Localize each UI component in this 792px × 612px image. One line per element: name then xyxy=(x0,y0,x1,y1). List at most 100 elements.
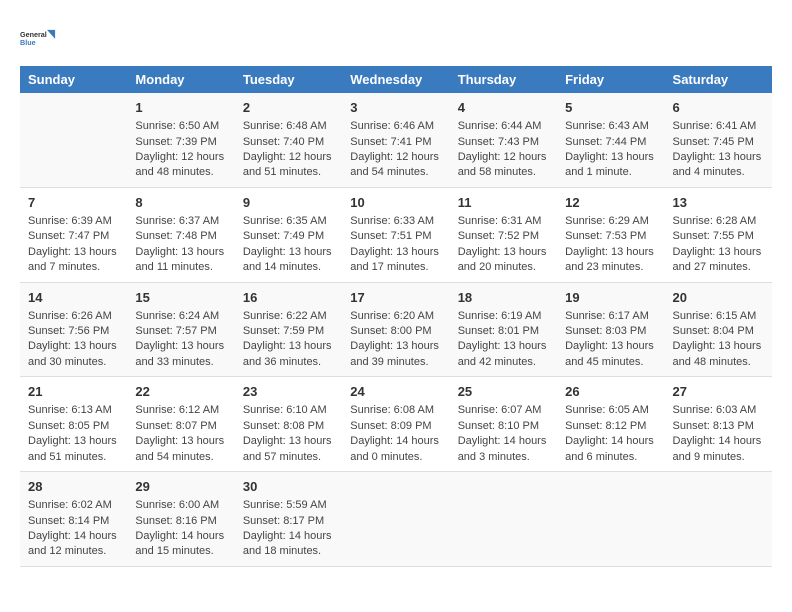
date-number: 14 xyxy=(28,289,119,307)
date-number: 22 xyxy=(135,383,226,401)
date-number: 13 xyxy=(673,194,764,212)
date-number: 20 xyxy=(673,289,764,307)
week-row-4: 21 Sunrise: 6:13 AMSunset: 8:05 PMDayligh… xyxy=(20,377,772,472)
date-number: 30 xyxy=(243,478,334,496)
day-info: Sunrise: 6:35 AMSunset: 7:49 PMDaylight:… xyxy=(243,215,332,273)
day-cell: 27 Sunrise: 6:03 AMSunset: 8:13 PMDayligh… xyxy=(665,377,772,472)
date-number: 6 xyxy=(673,99,764,117)
day-cell: 14 Sunrise: 6:26 AMSunset: 7:56 PMDayligh… xyxy=(20,282,127,377)
header: GeneralBlue xyxy=(20,20,772,56)
date-number: 25 xyxy=(458,383,549,401)
date-number: 21 xyxy=(28,383,119,401)
day-info: Sunrise: 6:29 AMSunset: 7:53 PMDaylight:… xyxy=(565,215,654,273)
day-info: Sunrise: 6:24 AMSunset: 7:57 PMDaylight:… xyxy=(135,310,224,368)
date-number: 23 xyxy=(243,383,334,401)
day-cell: 29 Sunrise: 6:00 AMSunset: 8:16 PMDayligh… xyxy=(127,472,234,567)
day-cell: 15Sunrise: 6:24 AMSunset: 7:57 PMDayligh… xyxy=(127,282,234,377)
day-info: Sunrise: 6:10 AMSunset: 8:08 PMDaylight:… xyxy=(243,404,332,462)
date-number: 7 xyxy=(28,194,119,212)
day-cell: 3Sunrise: 6:46 AMSunset: 7:41 PMDaylight… xyxy=(342,93,449,187)
date-number: 27 xyxy=(673,383,764,401)
date-number: 18 xyxy=(458,289,549,307)
day-info: Sunrise: 6:48 AMSunset: 7:40 PMDaylight:… xyxy=(243,120,332,178)
week-row-2: 7 Sunrise: 6:39 AMSunset: 7:47 PMDaylight… xyxy=(20,187,772,282)
day-cell xyxy=(342,472,449,567)
svg-text:General: General xyxy=(20,30,47,39)
day-cell xyxy=(665,472,772,567)
day-cell: 4 Sunrise: 6:44 AMSunset: 7:43 PMDaylight… xyxy=(450,93,557,187)
day-cell xyxy=(557,472,664,567)
day-cell xyxy=(450,472,557,567)
day-info: Sunrise: 6:28 AMSunset: 7:55 PMDaylight:… xyxy=(673,215,762,273)
day-cell: 10Sunrise: 6:33 AMSunset: 7:51 PMDayligh… xyxy=(342,187,449,282)
day-cell: 24 Sunrise: 6:08 AMSunset: 8:09 PMDayligh… xyxy=(342,377,449,472)
date-number: 16 xyxy=(243,289,334,307)
day-cell: 17Sunrise: 6:20 AMSunset: 8:00 PMDayligh… xyxy=(342,282,449,377)
week-row-3: 14 Sunrise: 6:26 AMSunset: 7:56 PMDayligh… xyxy=(20,282,772,377)
day-info: Sunrise: 6:07 AMSunset: 8:10 PMDaylight:… xyxy=(458,404,547,462)
day-cell: 25 Sunrise: 6:07 AMSunset: 8:10 PMDayligh… xyxy=(450,377,557,472)
day-cell: 30Sunrise: 5:59 AMSunset: 8:17 PMDayligh… xyxy=(235,472,342,567)
week-row-5: 28 Sunrise: 6:02 AMSunset: 8:14 PMDayligh… xyxy=(20,472,772,567)
day-info: Sunrise: 6:13 AMSunset: 8:05 PMDaylight:… xyxy=(28,404,117,462)
day-cell: 8Sunrise: 6:37 AMSunset: 7:48 PMDaylight… xyxy=(127,187,234,282)
day-info: Sunrise: 6:17 AMSunset: 8:03 PMDaylight:… xyxy=(565,310,654,368)
day-cell: 1 Sunrise: 6:50 AMSunset: 7:39 PMDaylight… xyxy=(127,93,234,187)
date-number: 19 xyxy=(565,289,656,307)
date-number: 26 xyxy=(565,383,656,401)
day-cell: 22 Sunrise: 6:12 AMSunset: 8:07 PMDayligh… xyxy=(127,377,234,472)
day-cell: 28 Sunrise: 6:02 AMSunset: 8:14 PMDayligh… xyxy=(20,472,127,567)
weekday-header-tuesday: Tuesday xyxy=(235,66,342,93)
weekday-header-thursday: Thursday xyxy=(450,66,557,93)
svg-text:Blue: Blue xyxy=(20,38,36,47)
day-info: Sunrise: 6:12 AMSunset: 8:07 PMDaylight:… xyxy=(135,404,224,462)
day-info: Sunrise: 6:41 AMSunset: 7:45 PMDaylight:… xyxy=(673,120,762,178)
day-info: Sunrise: 6:15 AMSunset: 8:04 PMDaylight:… xyxy=(673,310,762,368)
day-info: Sunrise: 6:08 AMSunset: 8:09 PMDaylight:… xyxy=(350,404,439,462)
date-number: 10 xyxy=(350,194,441,212)
date-number: 24 xyxy=(350,383,441,401)
date-number: 29 xyxy=(135,478,226,496)
day-info: Sunrise: 6:00 AMSunset: 8:16 PMDaylight:… xyxy=(135,499,224,557)
day-cell: 23 Sunrise: 6:10 AMSunset: 8:08 PMDayligh… xyxy=(235,377,342,472)
date-number: 2 xyxy=(243,99,334,117)
weekday-header-saturday: Saturday xyxy=(665,66,772,93)
weekday-header-monday: Monday xyxy=(127,66,234,93)
date-number: 5 xyxy=(565,99,656,117)
date-number: 4 xyxy=(458,99,549,117)
day-info: Sunrise: 6:31 AMSunset: 7:52 PMDaylight:… xyxy=(458,215,547,273)
day-cell: 18Sunrise: 6:19 AMSunset: 8:01 PMDayligh… xyxy=(450,282,557,377)
date-number: 9 xyxy=(243,194,334,212)
date-number: 1 xyxy=(135,99,226,117)
week-row-1: 1 Sunrise: 6:50 AMSunset: 7:39 PMDaylight… xyxy=(20,93,772,187)
date-number: 11 xyxy=(458,194,549,212)
day-cell: 11 Sunrise: 6:31 AMSunset: 7:52 PMDayligh… xyxy=(450,187,557,282)
day-cell: 12 Sunrise: 6:29 AMSunset: 7:53 PMDayligh… xyxy=(557,187,664,282)
day-cell: 13 Sunrise: 6:28 AMSunset: 7:55 PMDayligh… xyxy=(665,187,772,282)
day-cell: 2 Sunrise: 6:48 AMSunset: 7:40 PMDaylight… xyxy=(235,93,342,187)
day-info: Sunrise: 6:43 AMSunset: 7:44 PMDaylight:… xyxy=(565,120,654,178)
day-info: Sunrise: 6:03 AMSunset: 8:13 PMDaylight:… xyxy=(673,404,762,462)
day-cell: 20 Sunrise: 6:15 AMSunset: 8:04 PMDayligh… xyxy=(665,282,772,377)
date-number: 3 xyxy=(350,99,441,117)
day-cell: 9 Sunrise: 6:35 AMSunset: 7:49 PMDaylight… xyxy=(235,187,342,282)
date-number: 12 xyxy=(565,194,656,212)
day-cell: 7 Sunrise: 6:39 AMSunset: 7:47 PMDaylight… xyxy=(20,187,127,282)
day-info: Sunrise: 6:50 AMSunset: 7:39 PMDaylight:… xyxy=(135,120,224,178)
day-cell xyxy=(20,93,127,187)
day-info: Sunrise: 6:44 AMSunset: 7:43 PMDaylight:… xyxy=(458,120,547,178)
day-info: Sunrise: 6:39 AMSunset: 7:47 PMDaylight:… xyxy=(28,215,117,273)
day-info: Sunrise: 6:02 AMSunset: 8:14 PMDaylight:… xyxy=(28,499,117,557)
day-info: Sunrise: 6:22 AMSunset: 7:59 PMDaylight:… xyxy=(243,310,332,368)
calendar-table: SundayMondayTuesdayWednesdayThursdayFrid… xyxy=(20,66,772,567)
date-number: 8 xyxy=(135,194,226,212)
day-info: Sunrise: 6:26 AMSunset: 7:56 PMDaylight:… xyxy=(28,310,117,368)
day-info: Sunrise: 6:20 AMSunset: 8:00 PMDaylight:… xyxy=(350,310,439,368)
day-cell: 19 Sunrise: 6:17 AMSunset: 8:03 PMDayligh… xyxy=(557,282,664,377)
date-number: 28 xyxy=(28,478,119,496)
day-cell: 21 Sunrise: 6:13 AMSunset: 8:05 PMDayligh… xyxy=(20,377,127,472)
weekday-header-friday: Friday xyxy=(557,66,664,93)
day-cell: 16 Sunrise: 6:22 AMSunset: 7:59 PMDayligh… xyxy=(235,282,342,377)
weekday-header-sunday: Sunday xyxy=(20,66,127,93)
day-info: Sunrise: 6:05 AMSunset: 8:12 PMDaylight:… xyxy=(565,404,654,462)
